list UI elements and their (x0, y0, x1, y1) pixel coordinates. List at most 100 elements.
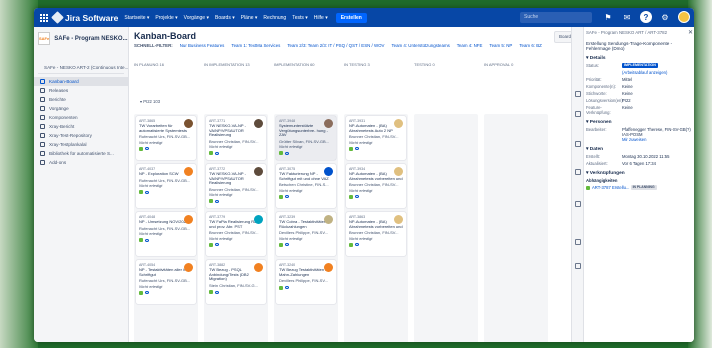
issue-assignee: Stein Christian, FIN-SV-G... (209, 282, 258, 288)
nav-plaene[interactable]: Pläne ▾ (241, 15, 258, 21)
assignee-value[interactable]: Pfaffenegger Therese, FIN-SV-GB(?) IAS-P… (622, 127, 691, 142)
sidebar-item-vorgaenge[interactable]: Vorgänge (34, 104, 128, 113)
nav-hilfe[interactable]: Hilfe ▾ (314, 15, 328, 21)
issue-detail-panel: ✕ SAFe - Program NESKO ART / ART-3782 Er… (571, 27, 694, 342)
quick-filter-team1[interactable]: Team 1: TextMa Services (231, 43, 280, 48)
nav-boards[interactable]: Boards ▾ (215, 15, 235, 21)
priority-icon (215, 290, 219, 294)
assignee-avatar (184, 119, 193, 128)
links-tab-icon[interactable] (575, 239, 581, 245)
project-header[interactable]: SAFe SAFe - Program NESKO... (34, 27, 128, 50)
settings-icon[interactable]: ⚙ (659, 11, 671, 23)
comments-tab-icon[interactable] (575, 141, 581, 147)
story-icon (139, 238, 143, 243)
section-personen[interactable]: ▾ Personen (586, 120, 693, 125)
issue-card[interactable]: ART-3075 TW Fakturierung NP - Schriftgut … (276, 164, 336, 208)
quick-filter-team23[interactable]: Team 2/3: Team 2/3: IT / PSQ / QST / ESN… (287, 43, 384, 48)
sidebar-item-komponenten[interactable]: Komponenten (34, 113, 128, 122)
assignee-avatar (394, 119, 403, 128)
story-icon (139, 146, 143, 151)
issue-card[interactable]: ART-3779 TW FaPia Realisierung Rate und p… (206, 212, 266, 256)
quick-filter-label: SCHNELL-FILTER: (134, 43, 173, 48)
library-icon (40, 151, 45, 156)
issue-card[interactable]: ART-3934 NP-Automaten - (BA) Abrahmetests… (346, 164, 406, 208)
issue-card[interactable]: ART-4037 NP - Exploration SCW Rufenacht Ur… (136, 164, 196, 208)
attachments-tab-icon[interactable] (575, 169, 581, 175)
quick-filter-business[interactable]: Nur Business Features (180, 43, 225, 48)
sidebar-item-bibliothek[interactable]: Bibliothek für automatisierte S... (34, 149, 128, 158)
quick-filter-team4-nfe[interactable]: Team 4: NFE (457, 43, 483, 48)
story-icon (349, 194, 353, 199)
jira-logo[interactable]: Jira Software (51, 11, 118, 24)
issue-card[interactable]: ART-3772 TW NESKO-VA-NP - VA/NP/VPSAUTOR … (206, 164, 266, 208)
detail-breadcrumb[interactable]: SAFe - Program NESKO ART / ART-3782 (586, 30, 693, 36)
section-daten[interactable]: ▾ Daten (586, 147, 693, 152)
issue-card[interactable]: ART-3931 NP-Automaten - (BA) Abrahmetests… (346, 116, 406, 160)
assignee-avatar (394, 167, 403, 176)
search-input[interactable]: Suche (520, 12, 592, 23)
detail-field-row: Priorität: Mittel (586, 77, 693, 82)
field-value: Keine (622, 105, 633, 110)
nav-rechnung[interactable]: Rechnung (263, 15, 286, 21)
board-column (484, 114, 548, 342)
board-column: ART-3865 TW Vorarbeiten für automatisiert… (134, 114, 198, 342)
create-button[interactable]: Erstellen (335, 12, 367, 23)
assign-to-me-link[interactable]: Mir zuweisen (622, 137, 646, 142)
section-verknuepfungen[interactable]: ▾ Verknüpfungen (586, 171, 693, 176)
sidebar-item-xray-bericht[interactable]: Xray-Bericht (34, 122, 128, 131)
sidebar-item-xray-test-repository[interactable]: Xray-Test-Repository (34, 131, 128, 140)
help-icon[interactable]: ? (640, 11, 652, 23)
priority-icon (355, 195, 359, 199)
issue-card[interactable]: ART-3863 NP-Automaten - (BA) Abrahmetests… (346, 212, 406, 256)
priority-icon (145, 147, 149, 151)
column-headers: IN PLANUNG 16 IN IMPLEMENTATION 13 IMPLE… (134, 62, 574, 70)
quick-filter-team6[interactable]: Team 6: BZ (519, 43, 541, 48)
nav-projekte[interactable]: Projekte ▾ (155, 15, 177, 21)
sidebar-item-kanban-board[interactable]: Kanban-Board (34, 77, 128, 86)
story-icon (279, 194, 283, 199)
issue-status: Nicht erledigt (349, 187, 373, 193)
app-switcher-icon[interactable] (40, 13, 48, 22)
field-label: Status: (586, 63, 600, 68)
details-tab-icon[interactable] (575, 91, 581, 97)
issue-card[interactable]: ART-3239 TW Cobra - Testaktivitäten zu Rü… (276, 212, 336, 256)
workflow-link[interactable]: (Arbeitsablauf anzeigen) (622, 70, 667, 75)
xray-repository-icon (40, 133, 45, 138)
issue-card[interactable]: ART-4054 NP - Testaktivitäten aller inkl.… (136, 260, 196, 304)
issue-status: Nicht erledigt (139, 183, 163, 189)
issue-status: Nicht erledigt (209, 192, 233, 198)
issue-card[interactable]: ART-4048 NP - Umsetzung NOV/2021 Rufenacht… (136, 212, 196, 256)
swimlane-header[interactable]: ▾ PI22 103 (140, 99, 160, 104)
issue-card[interactable]: ART-3865 TW Vorarbeiten für automatisiert… (136, 116, 196, 160)
code-tab-icon[interactable] (575, 263, 581, 269)
issue-card[interactable]: ART-3240 TW Bezug Testaktivitäten zu Mahn… (276, 260, 336, 304)
board-selector[interactable]: SAFe - NESKO ART-2 (Continuous Inte... (38, 62, 128, 74)
date-row: Aktualisiert: Vor 6 Tagen 17:34 (586, 161, 656, 166)
priority-icon (285, 286, 289, 290)
issue-status: Nicht erledigt (349, 139, 373, 145)
nav-startseite[interactable]: Startseite ▾ (124, 15, 149, 21)
issue-card[interactable]: ART-3948 Systemunterstützte Vergütungsunt… (276, 116, 336, 160)
sidebar-item-xray-testplankalal[interactable]: Xray-Testplankalal (34, 140, 128, 149)
section-details[interactable]: ▾ Details (586, 56, 693, 61)
column-header: IN APPROVAL 0 (484, 62, 514, 67)
linked-issue[interactable]: ART-3787 Erstellu... IN PLANNING (586, 185, 693, 190)
quick-filter-team5[interactable]: Team 5: NP (489, 43, 512, 48)
assignee-avatar (184, 215, 193, 224)
assignee-avatar (184, 263, 193, 272)
subtasks-tab-icon[interactable] (575, 201, 581, 207)
sidebar-item-berichte[interactable]: Berichte (34, 95, 128, 104)
user-avatar[interactable] (678, 11, 690, 23)
nav-vorgaenge[interactable]: Vorgänge ▾ (184, 15, 209, 21)
notifications-icon[interactable]: ⚑ (602, 11, 614, 23)
nav-tests[interactable]: Tests ▾ (292, 15, 308, 21)
issue-card[interactable]: ART-3882 TW Bezug - PSQL Anbindung/Tests … (206, 260, 266, 304)
detail-field-row: Lösungsversion(en): PI22 (586, 98, 693, 103)
description-tab-icon[interactable] (575, 111, 581, 117)
feedback-icon[interactable]: ✉ (621, 11, 633, 23)
sidebar-item-releases[interactable]: Releases (34, 86, 128, 95)
quick-filter-team4-support[interactable]: Team 4: Unterstützungsteams (391, 43, 449, 48)
issue-card[interactable]: ART-3771 TW NESKO-VA-NP - VA/NP/VPSAUTOR … (206, 116, 266, 160)
top-icons: ⚑ ✉ ? ⚙ (602, 11, 690, 23)
sidebar-item-add-ons[interactable]: Add-ons (34, 158, 128, 167)
